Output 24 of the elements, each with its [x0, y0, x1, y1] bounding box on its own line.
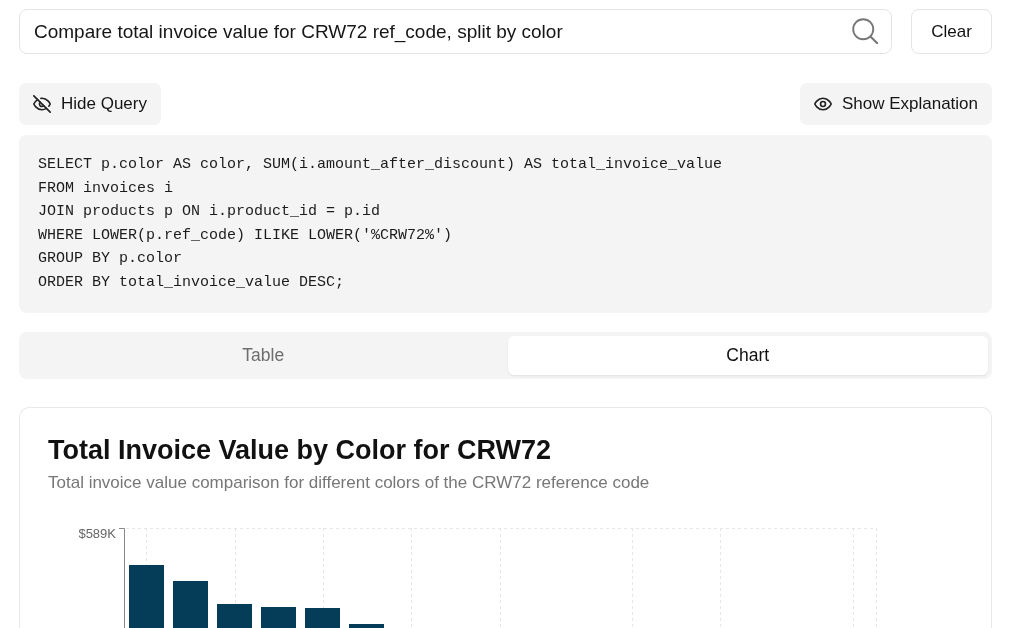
chart-subtitle: Total invoice value comparison for different colors of the CRW72 reference code	[48, 472, 650, 493]
code-line: JOIN products p ON i.product_id = p.id	[38, 202, 381, 223]
hide-query-button[interactable]: Hide Query	[19, 83, 161, 125]
bar	[173, 581, 208, 628]
eye-slash-icon	[33, 95, 51, 113]
code-line: FROM invoices i	[38, 178, 174, 199]
chart-title: Total Invoice Value by Color for CRW72	[48, 433, 552, 466]
code-line: GROUP BY p.color	[38, 249, 183, 270]
bar	[305, 608, 340, 628]
search-icon	[852, 18, 878, 44]
view-tab[interactable]: Table	[23, 335, 504, 375]
eye-icon	[813, 95, 832, 113]
view-tab[interactable]: Chart	[507, 335, 988, 375]
bar	[217, 604, 252, 628]
code-line: WHERE LOWER(p.ref_code) ILIKE LOWER('%CRW72%')	[38, 225, 453, 246]
code-line: ORDER BY total_invoice_value DESC;	[38, 272, 345, 293]
clear-button[interactable]: Clear	[911, 9, 992, 54]
bar	[349, 624, 384, 628]
bar	[129, 565, 164, 628]
show-explanation-button[interactable]: Show Explanation	[799, 83, 992, 125]
bar	[261, 607, 296, 628]
code-line: SELECT p.color AS color, SUM(i.amount_after_discount) AS total_invoice_value	[38, 155, 723, 175]
search-field[interactable]: Compare total invoice value for CRW72 ref_code, split by color	[19, 9, 892, 54]
axis-label: $589K	[78, 526, 116, 541]
